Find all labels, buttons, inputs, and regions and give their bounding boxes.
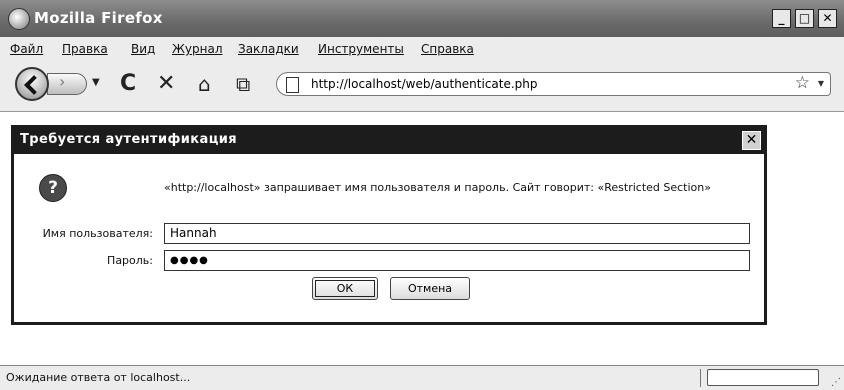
url-dropdown-icon[interactable]: ▼ xyxy=(818,79,824,88)
close-window-button[interactable]: ✕ xyxy=(818,9,837,28)
dialog-titlebar: Требуется аутентификация ✕ xyxy=(14,128,764,154)
page-content: Требуется аутентификация ✕ ? «http://loc… xyxy=(0,112,844,365)
dialog-close-button[interactable]: ✕ xyxy=(742,131,761,150)
menu-bar: Файл Правка Вид Журнал Закладки Инструме… xyxy=(0,37,844,62)
stop-icon[interactable]: ✕ xyxy=(157,72,175,96)
menu-file[interactable]: Файл xyxy=(10,42,43,56)
resize-grip-icon[interactable]: ⋰ xyxy=(831,377,841,388)
status-bar: Ожидание ответа от localhost... ⋰ xyxy=(0,365,844,390)
status-divider xyxy=(700,369,701,387)
menu-history[interactable]: Журнал xyxy=(172,42,223,56)
home-icon[interactable]: ⌂ xyxy=(198,72,211,96)
menu-bookmarks[interactable]: Закладки xyxy=(238,42,299,56)
password-field[interactable]: ●●●● xyxy=(164,250,750,271)
back-button[interactable] xyxy=(15,67,49,101)
history-dropdown-icon[interactable]: ▼ xyxy=(92,77,100,88)
menu-tools[interactable]: Инструменты xyxy=(318,42,404,56)
password-label: Пароль: xyxy=(107,254,153,267)
firefox-logo-icon xyxy=(8,8,30,30)
close-icon: ✕ xyxy=(822,11,833,25)
window-titlebar: Mozilla Firefox _ □ ✕ xyxy=(0,0,844,38)
menu-view[interactable]: Вид xyxy=(131,42,155,56)
maximize-button[interactable]: □ xyxy=(795,9,814,28)
dialog-title: Требуется аутентификация xyxy=(20,132,237,147)
cancel-button[interactable]: Отмена xyxy=(390,277,470,300)
page-icon xyxy=(286,77,299,93)
auth-dialog: Требуется аутентификация ✕ ? «http://loc… xyxy=(11,125,767,325)
menu-help[interactable]: Справка xyxy=(421,42,474,56)
ok-button[interactable]: ОК xyxy=(312,277,378,300)
status-progress-box xyxy=(707,369,819,386)
username-label: Имя пользователя: xyxy=(42,227,153,240)
navigation-toolbar: › ▼ C ✕ ⌂ ⧉ http://localhost/web/authent… xyxy=(0,61,844,112)
url-text[interactable]: http://localhost/web/authenticate.php xyxy=(311,77,538,91)
status-text: Ожидание ответа от localhost... xyxy=(6,371,191,384)
window-title: Mozilla Firefox xyxy=(34,9,163,27)
screenshot-icon[interactable]: ⧉ xyxy=(236,72,250,96)
reload-icon[interactable]: C xyxy=(120,72,136,96)
minimize-icon: _ xyxy=(778,11,785,25)
forward-icon: › xyxy=(59,72,66,91)
question-icon: ? xyxy=(39,174,67,202)
maximize-icon: □ xyxy=(798,11,811,25)
username-field[interactable]: Hannah xyxy=(164,223,750,244)
menu-edit[interactable]: Правка xyxy=(62,42,108,56)
auth-message: «http://localhost» запрашивает имя польз… xyxy=(164,181,711,194)
bookmark-star-icon[interactable]: ☆ xyxy=(795,73,810,93)
minimize-button[interactable]: _ xyxy=(772,9,791,28)
address-bar[interactable]: http://localhost/web/authenticate.php ☆ … xyxy=(276,72,831,96)
forward-button[interactable]: › xyxy=(47,72,87,95)
